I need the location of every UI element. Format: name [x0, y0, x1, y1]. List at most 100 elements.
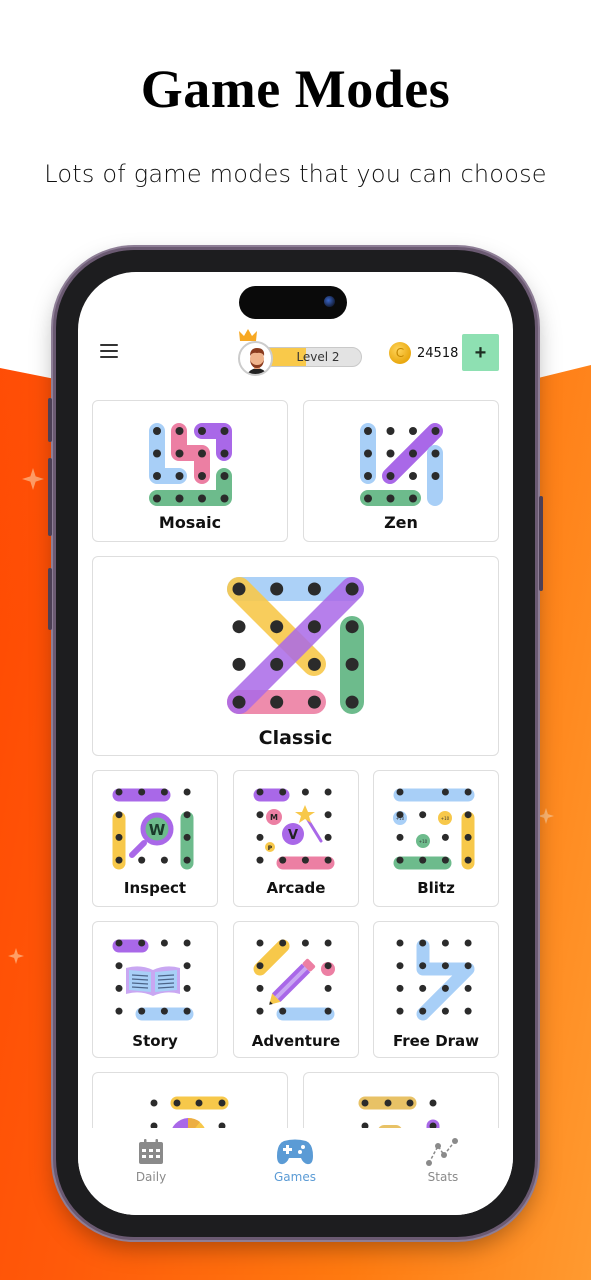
grid-dot — [345, 695, 359, 709]
grid-dot — [256, 811, 264, 819]
phone-side-button — [48, 398, 52, 442]
nav-label: Daily — [135, 1170, 167, 1184]
grid-dot — [301, 939, 309, 947]
free-draw-icon — [396, 939, 475, 1021]
grid-dot — [419, 1007, 427, 1015]
phone-side-button — [48, 568, 52, 630]
plus-icon: + — [474, 341, 487, 364]
grid-dot — [115, 811, 123, 819]
grid-dot — [307, 582, 321, 596]
grid-dot — [198, 494, 206, 503]
grid-dot — [419, 856, 427, 864]
grid-dot — [256, 1007, 264, 1015]
grid-dot — [175, 427, 184, 435]
mode-card-classic[interactable]: Classic — [92, 556, 499, 756]
mode-card-free-draw[interactable]: Free Draw — [373, 921, 499, 1058]
grid-dot — [153, 494, 161, 503]
hamburger-menu-icon[interactable] — [100, 344, 118, 360]
mode-title: Classic — [258, 727, 333, 749]
mode-card-adventure[interactable]: Adventure — [233, 921, 359, 1058]
mode-title: Blitz — [417, 879, 455, 897]
grid-dot — [183, 811, 191, 819]
grid-dot — [270, 582, 284, 596]
mode-title: Mosaic — [158, 513, 222, 532]
grid-dot — [256, 984, 264, 992]
mode-card-blitz[interactable]: +10 +10 +10 Blitz — [373, 770, 499, 907]
grid-dot — [419, 984, 427, 992]
nav-label: Stats — [427, 1170, 459, 1184]
grid-dot — [198, 472, 206, 480]
grid-dot — [175, 472, 184, 480]
promo-subline: Lots of game modes that you can choose — [44, 160, 547, 188]
grid-dot — [153, 472, 161, 480]
grid-dot — [396, 939, 404, 947]
grid-dot — [138, 788, 146, 796]
grid-dot — [138, 1007, 146, 1015]
grid-dot — [419, 811, 427, 819]
grid-dot — [115, 833, 123, 841]
grid-dot — [198, 449, 206, 458]
adventure-icon — [253, 939, 335, 1021]
grid-dot — [441, 984, 449, 992]
mode-card-arcade[interactable]: M V P Arcade — [233, 770, 359, 907]
grid-dot — [220, 494, 229, 503]
grid-dot — [324, 788, 332, 796]
grid-dot — [364, 494, 372, 503]
grid-dot — [256, 788, 264, 796]
grid-dot — [441, 939, 449, 947]
phone-side-button — [48, 458, 52, 536]
avatar-face-icon — [247, 348, 268, 374]
grid-dot — [324, 984, 332, 992]
grid-dot — [175, 449, 184, 458]
grid-dot — [345, 620, 359, 634]
bonus-label: +10 — [441, 816, 450, 821]
grid-dot — [183, 856, 191, 864]
grid-dot — [431, 449, 440, 458]
grid-dot — [220, 427, 229, 435]
level-progress-bar: Level 2 — [260, 347, 362, 367]
coin-icon: C — [389, 342, 411, 364]
arcade-letter-p: P — [268, 845, 273, 852]
mode-title: Story — [132, 1032, 178, 1050]
grid-dot — [183, 939, 191, 947]
grid-dot — [307, 695, 321, 709]
nav-item-stats[interactable]: Stats — [398, 1138, 488, 1184]
grid-dot — [386, 494, 395, 503]
grid-dot — [115, 788, 123, 796]
avatar[interactable] — [238, 341, 273, 376]
grid-dot — [270, 695, 284, 709]
grid-dot — [431, 472, 440, 480]
top-bar: Level 2 C 24518 + — [78, 329, 513, 376]
nav-item-games[interactable]: Games — [250, 1138, 340, 1184]
mode-title: Inspect — [123, 879, 187, 897]
nav-item-daily[interactable]: Daily — [106, 1138, 196, 1184]
add-coins-button[interactable]: + — [462, 334, 499, 371]
gamepad-icon — [277, 1139, 313, 1165]
grid-dot — [464, 856, 472, 864]
mode-card-story[interactable]: Story — [92, 921, 218, 1058]
grid-dot — [409, 449, 417, 458]
grid-dot — [183, 833, 191, 841]
grid-dot — [183, 788, 191, 796]
stats-line-icon — [426, 1138, 458, 1166]
grid-dot — [198, 427, 206, 435]
grid-dot — [324, 962, 332, 970]
arcade-letter-m: M — [270, 813, 278, 822]
mode-card-mosaic[interactable]: Mosaic — [92, 400, 288, 542]
mode-card-inspect[interactable]: W Inspect — [92, 770, 218, 907]
mode-title: Free Draw — [392, 1032, 480, 1050]
grid-dot — [270, 620, 284, 634]
mode-title: Zen — [384, 513, 418, 532]
zen-icon — [360, 423, 443, 506]
nav-label: Games — [274, 1170, 316, 1184]
level-progress[interactable]: Level 2 — [238, 329, 364, 376]
mode-card-zen[interactable]: Zen — [303, 400, 499, 542]
grid-dot — [324, 833, 332, 841]
grid-dot — [138, 939, 146, 947]
grid-dot — [301, 856, 309, 864]
grid-dot — [364, 427, 372, 435]
grid-dot — [232, 620, 246, 634]
dynamic-island — [239, 286, 347, 319]
classic-icon — [227, 577, 364, 714]
grid-dot — [464, 962, 472, 970]
